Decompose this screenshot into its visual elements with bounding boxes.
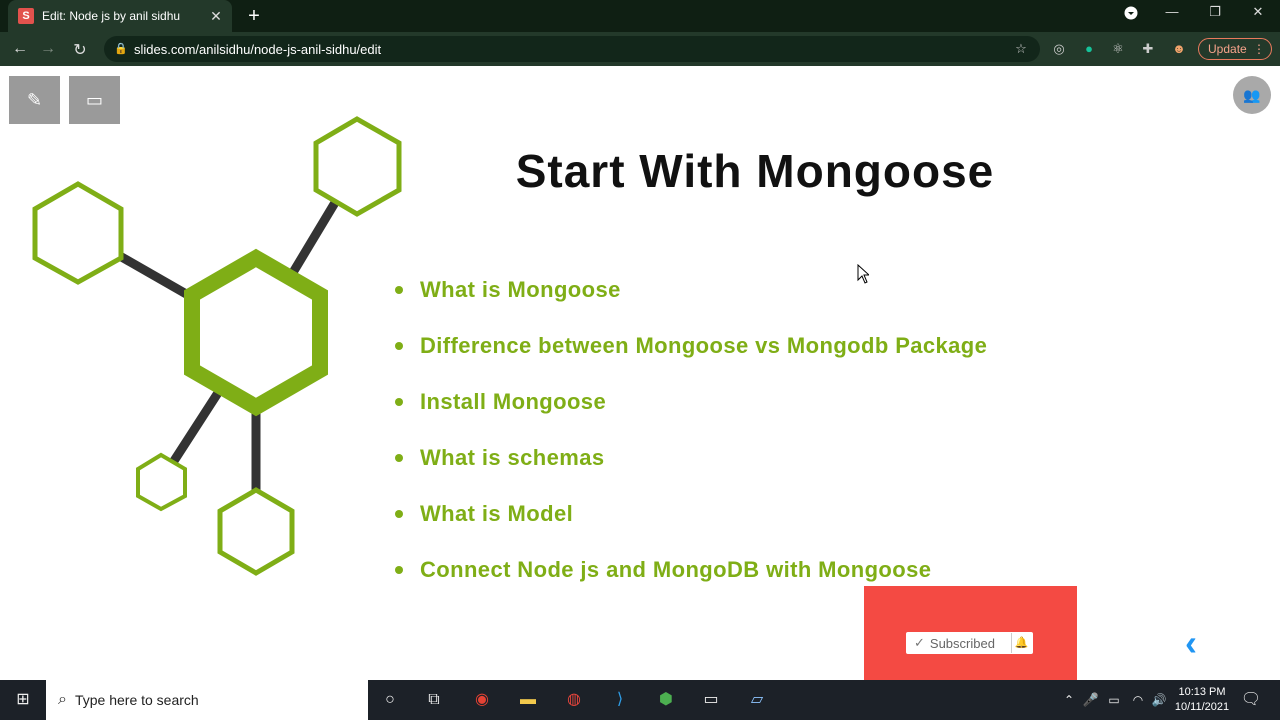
forward-icon[interactable]: → xyxy=(38,40,58,58)
subscribed-label: Subscribed xyxy=(929,635,995,651)
avatar[interactable]: ☻ xyxy=(1171,41,1187,57)
update-button[interactable]: Update ⋮ xyxy=(1198,38,1272,60)
collaborators-button[interactable]: 👥 xyxy=(1233,76,1271,114)
bookmark-star-icon[interactable]: ☆ xyxy=(1013,41,1029,57)
list-item: Install Mongoose xyxy=(395,374,1115,430)
list-item: What is schemas xyxy=(395,430,1115,486)
bell-icon[interactable]: 🔔 xyxy=(1011,633,1031,653)
browser-tab[interactable]: S Edit: Node js by anil sidhu ✕ xyxy=(8,0,232,32)
subscribe-overlay: ✓ Subscribed 🔔 xyxy=(864,586,1077,680)
menu-dots-icon[interactable]: ⋮ xyxy=(1253,42,1265,56)
slide-title: Start With Mongoose xyxy=(515,145,995,197)
reload-icon[interactable]: ↻ xyxy=(70,40,90,60)
grammarly-icon[interactable]: ● xyxy=(1081,41,1097,57)
task-view-icon[interactable]: ⧉ xyxy=(423,689,445,711)
clock-date: 10/11/2021 xyxy=(1174,701,1230,713)
url-text: slides.com/anilsidhu/node-js-anil-sidhu/… xyxy=(134,41,382,57)
profile-dropdown-icon[interactable] xyxy=(1121,6,1141,23)
new-tab-button[interactable]: + xyxy=(244,5,264,28)
address-bar-row: ← → ↻ 🔒 slides.com/anilsidhu/node-js-ani… xyxy=(0,32,1280,66)
windows-taskbar: ⊞ ⌕ Type here to search ○ ⧉ ◉ ▬ ◍ ⟩ ⬢ ▭ … xyxy=(0,680,1280,720)
extensions-puzzle-icon[interactable]: ✚ xyxy=(1140,41,1156,57)
previous-slide-arrow-icon[interactable]: ‹ xyxy=(1185,622,1197,664)
hexagon-top-right xyxy=(313,116,402,217)
screen-recorder-icon[interactable]: ◉ xyxy=(471,689,493,711)
search-placeholder: Type here to search xyxy=(74,692,199,708)
wifi-icon[interactable]: ◠ xyxy=(1127,689,1149,711)
list-item: What is Model xyxy=(395,486,1115,542)
url-field[interactable]: 🔒 slides.com/anilsidhu/node-js-anil-sidh… xyxy=(104,36,1040,62)
hexagon-left xyxy=(32,181,124,285)
bullet-list: What is Mongoose Difference between Mong… xyxy=(395,262,1115,598)
search-icon: ⌕ xyxy=(58,691,67,708)
check-icon: ✓ xyxy=(914,635,925,650)
list-item: What is Mongoose xyxy=(395,262,1115,318)
hexagon-small-bottom-left xyxy=(136,452,187,512)
browser-tab-strip: S Edit: Node js by anil sidhu ✕ + — ❐ ✕ xyxy=(0,0,1280,32)
tray-expand-icon[interactable]: ⌃ xyxy=(1058,689,1080,711)
update-label: Update xyxy=(1208,42,1247,56)
minimize-icon[interactable]: — xyxy=(1162,4,1182,19)
cortana-icon[interactable]: ○ xyxy=(379,689,401,711)
vscode-icon[interactable]: ⟩ xyxy=(609,689,631,711)
microphone-icon[interactable]: 🎤 xyxy=(1080,689,1102,711)
slide-stage: ✎ ▭ 👥 Start With Mongoose What is Mongoo… xyxy=(0,66,1280,680)
chrome-icon[interactable]: ◍ xyxy=(563,689,585,711)
slides-favicon-icon: S xyxy=(18,8,34,24)
system-clock[interactable]: 10:13 PM 10/11/2021 xyxy=(1164,685,1240,715)
react-devtools-icon[interactable]: ⚛ xyxy=(1110,41,1126,57)
file-explorer-icon[interactable]: ▬ xyxy=(517,689,539,711)
notepad-icon[interactable]: ▱ xyxy=(746,689,768,711)
extension-target-icon[interactable]: ◎ xyxy=(1051,41,1067,57)
hexagon-network-graphic xyxy=(32,116,402,576)
node-icon[interactable]: ⬢ xyxy=(655,689,677,711)
hexagon-bottom xyxy=(217,487,295,576)
taskbar-search-input[interactable]: ⌕ Type here to search xyxy=(46,680,368,720)
close-tab-icon[interactable]: ✕ xyxy=(206,8,226,25)
people-icon: 👥 xyxy=(1243,86,1261,103)
subscribed-button[interactable]: ✓ Subscribed 🔔 xyxy=(906,632,1033,654)
list-item: Difference between Mongoose vs Mongodb P… xyxy=(395,318,1115,374)
window-close-icon[interactable]: ✕ xyxy=(1248,4,1268,20)
terminal-icon[interactable]: ▭ xyxy=(700,689,722,711)
mouse-cursor-icon xyxy=(857,264,869,284)
tab-title: Edit: Node js by anil sidhu xyxy=(42,9,181,23)
back-icon[interactable]: ← xyxy=(10,40,30,58)
windows-start-icon[interactable]: ⊞ xyxy=(12,689,34,711)
lock-icon: 🔒 xyxy=(114,43,128,55)
clock-time: 10:13 PM xyxy=(1178,686,1226,698)
restore-icon[interactable]: ❐ xyxy=(1205,4,1225,20)
notifications-icon[interactable]: 🗨 xyxy=(1240,689,1262,711)
hexagon-center xyxy=(184,248,328,417)
battery-icon[interactable]: ▭ xyxy=(1103,689,1125,711)
